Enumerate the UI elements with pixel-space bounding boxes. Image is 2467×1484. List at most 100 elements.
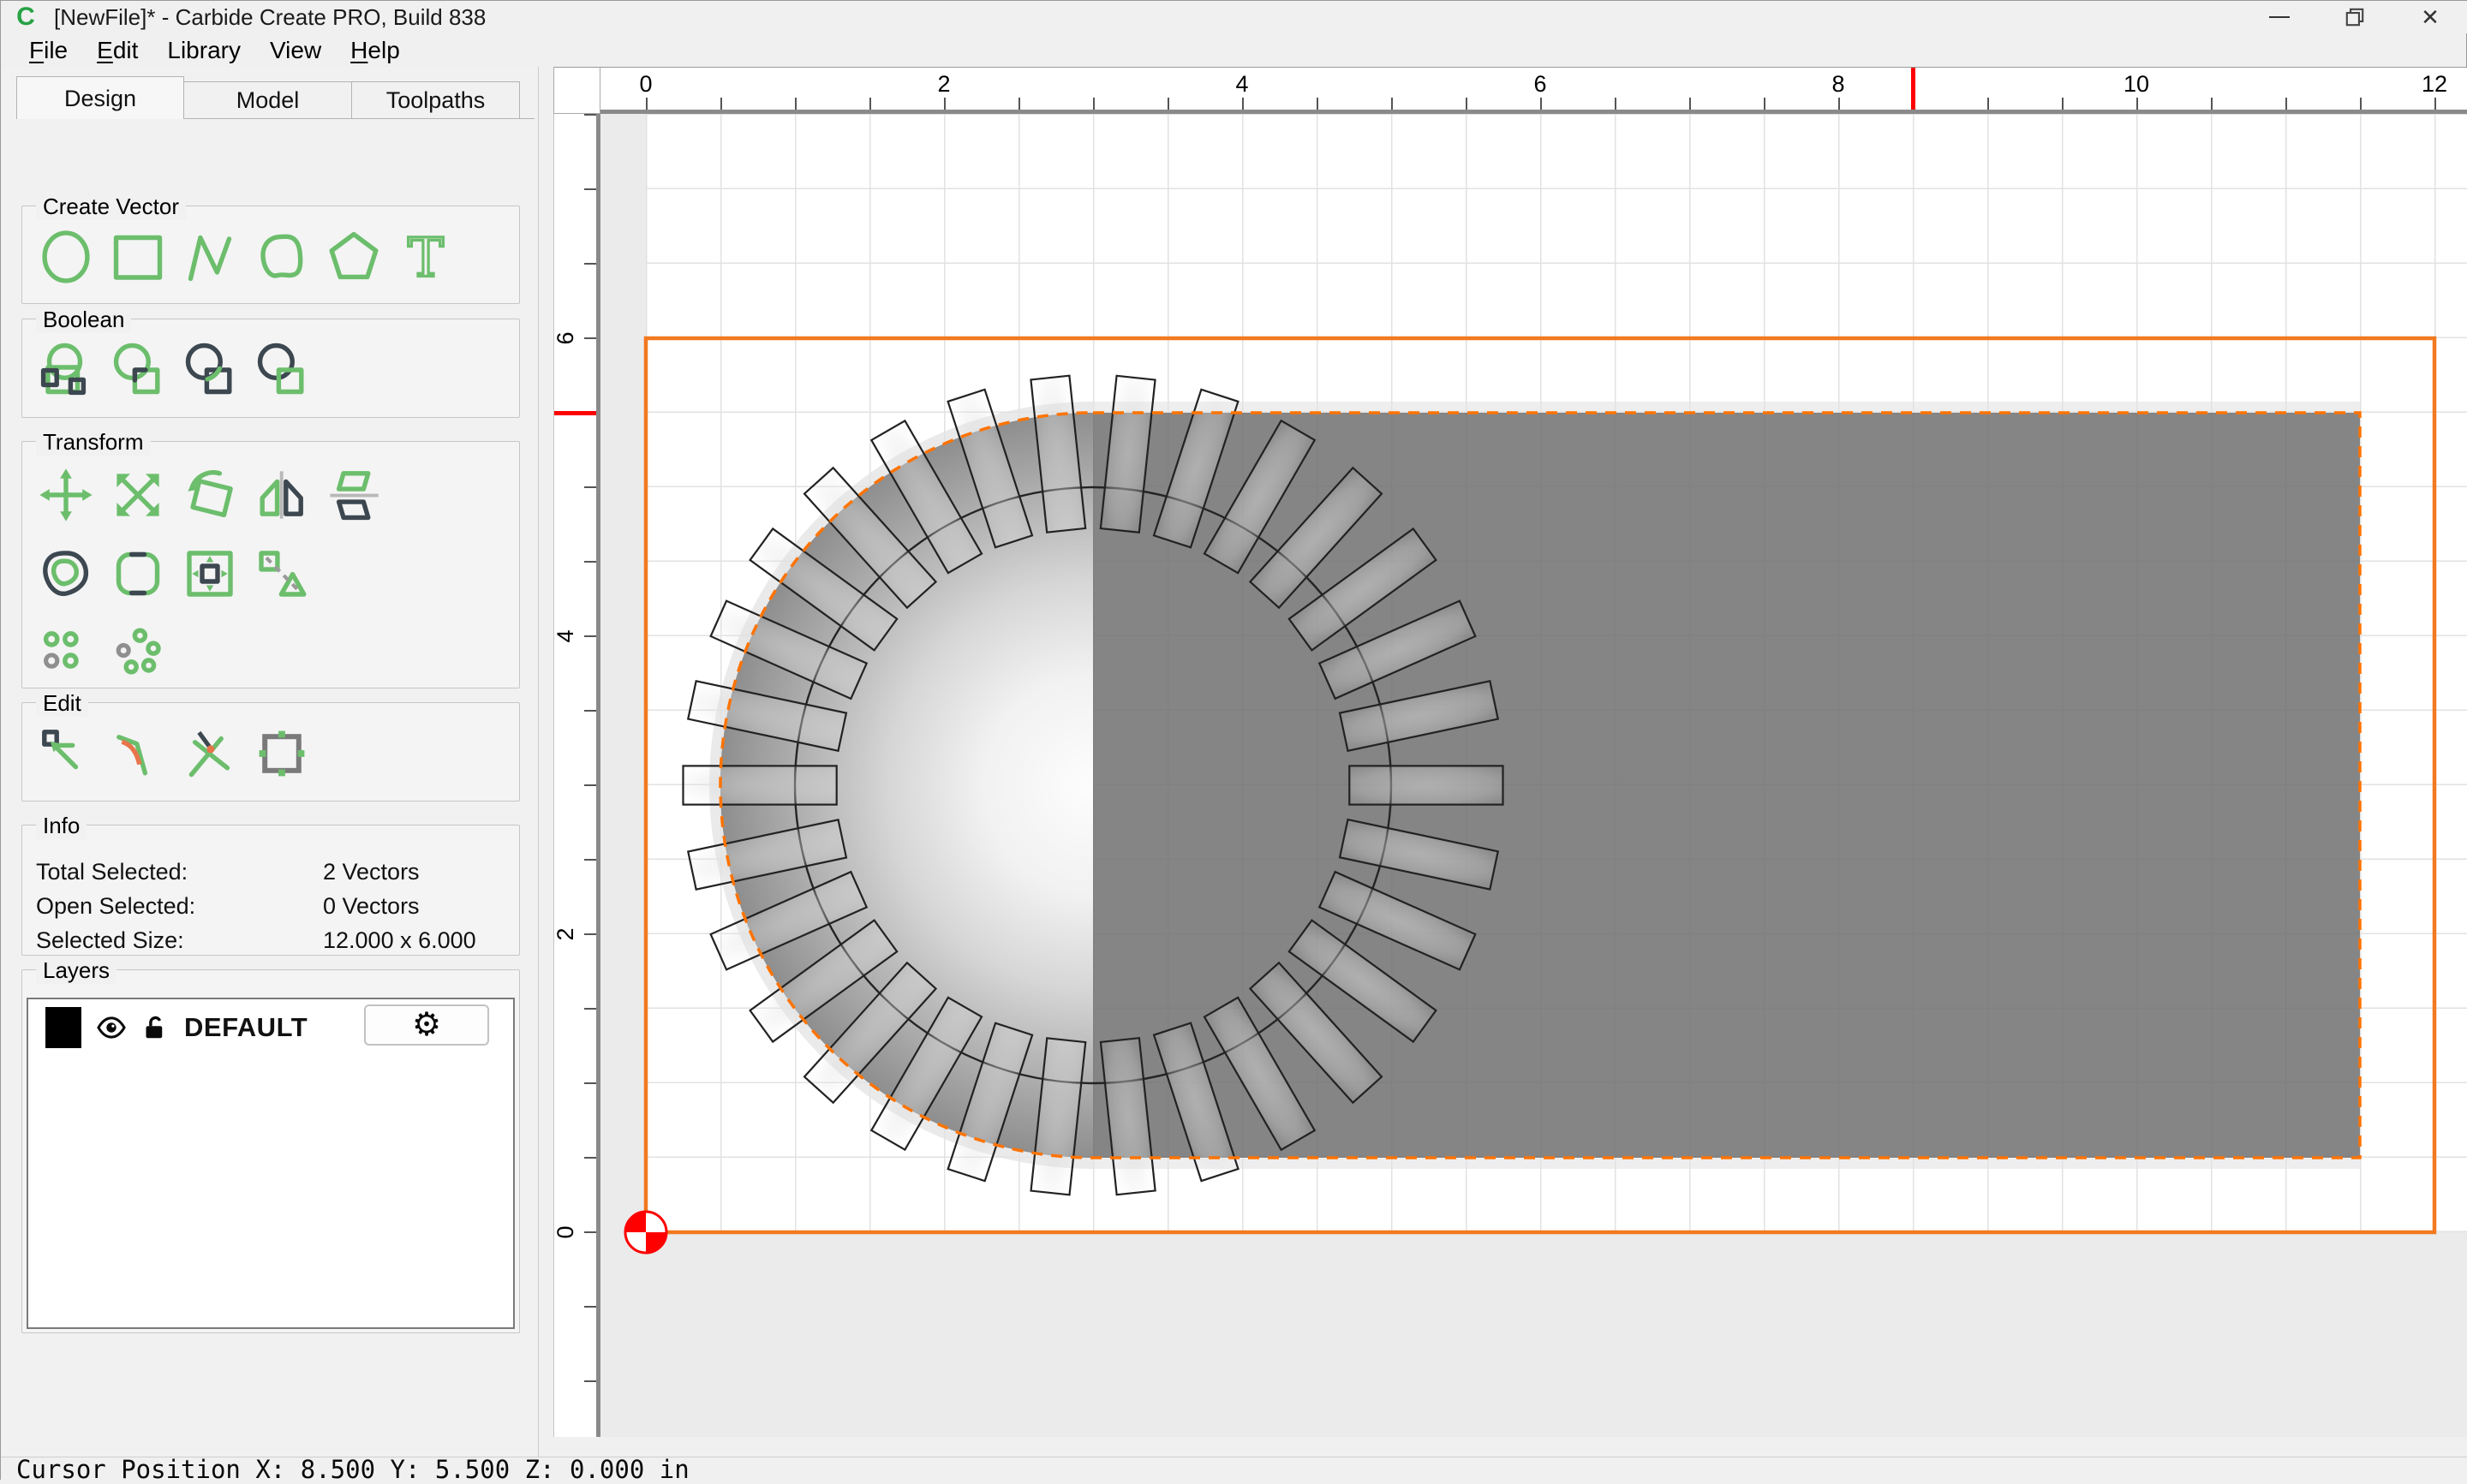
layer-unlocked-icon[interactable]	[140, 1011, 170, 1044]
ruler-tick	[2062, 98, 2064, 110]
info-row: Total Selected:2 Vectors	[36, 855, 519, 889]
horizontal-ruler: 024681012	[600, 67, 2467, 114]
rotate-button[interactable]	[178, 461, 242, 529]
boolean-intersect-button[interactable]	[178, 338, 242, 402]
ruler-number: 6	[553, 331, 579, 344]
minimize-button[interactable]	[2242, 1, 2317, 33]
mirror-icon	[251, 464, 313, 526]
ruler-number: 0	[639, 71, 652, 98]
offset-button[interactable]	[34, 539, 98, 608]
cursor-y-mark	[554, 411, 596, 415]
round-corners-button[interactable]	[106, 539, 170, 608]
layers-group: Layers DEFAULT ⚙	[21, 969, 520, 1333]
polygon-button[interactable]	[322, 225, 385, 289]
layer-settings-button[interactable]: ⚙	[364, 1004, 489, 1046]
boolean-subtract-button[interactable]	[106, 338, 170, 402]
info-row: Selected Size:12.000 x 6.000	[36, 923, 519, 957]
menubar: FileEditLibraryViewHelp	[1, 33, 2467, 67]
scale-icon	[107, 464, 169, 526]
create-vector-title: Create Vector	[36, 194, 186, 220]
ruler-tick	[584, 337, 596, 339]
mirror-button[interactable]	[250, 461, 314, 529]
close-button[interactable]: ✕	[2392, 1, 2467, 33]
layer-row[interactable]: DEFAULT ⚙	[28, 999, 513, 1056]
circle-icon	[35, 226, 97, 288]
linear-array-button[interactable]	[34, 618, 98, 687]
ruler-tick	[1317, 98, 1318, 110]
tab-model[interactable]: Model	[184, 81, 352, 118]
ruler-tick	[720, 98, 722, 110]
ruler-number: 6	[1533, 71, 1546, 98]
menu-help[interactable]: Help	[336, 37, 415, 64]
cursor-x-mark	[1911, 68, 1915, 110]
layer-visible-eye-icon[interactable]	[95, 1011, 128, 1044]
ruler-tick	[2136, 98, 2138, 110]
curve-icon	[251, 226, 313, 288]
boolean-union-icon	[35, 339, 97, 401]
ruler-tick	[584, 859, 596, 861]
edit-title: Edit	[36, 690, 88, 717]
circle-button[interactable]	[34, 225, 98, 289]
ruler-tick	[584, 635, 596, 637]
rectangle-button[interactable]	[106, 225, 170, 289]
boolean-xor-button[interactable]	[250, 338, 314, 402]
layer-color-swatch[interactable]	[45, 1007, 81, 1048]
ruler-tick	[584, 1082, 596, 1084]
inset-button[interactable]	[178, 539, 242, 608]
layers-list: DEFAULT ⚙	[27, 998, 515, 1329]
titlebar: C [NewFile]* - Carbide Create PRO, Build…	[1, 1, 2467, 33]
tab-design[interactable]: Design	[16, 76, 184, 119]
ruler-tick	[1838, 98, 1840, 110]
ruler-tick	[1987, 98, 1989, 110]
design-drawing	[600, 114, 2467, 1437]
menu-edit[interactable]: Edit	[82, 37, 152, 64]
ruler-corner	[553, 67, 600, 114]
ruler-tick	[584, 1231, 596, 1233]
ruler-tick	[584, 1008, 596, 1010]
restore-icon	[2340, 3, 2369, 32]
ruler-tick	[2434, 98, 2436, 110]
boolean-union-button[interactable]	[34, 338, 98, 402]
break-button[interactable]	[178, 722, 242, 785]
ruler-tick	[584, 1306, 596, 1308]
menu-view[interactable]: View	[255, 37, 336, 64]
ruler-tick	[1540, 98, 1542, 110]
trim-icon	[251, 543, 313, 605]
ruler-tick	[2285, 98, 2287, 110]
vertical-ruler: 6420	[553, 114, 600, 1437]
node-edit-button[interactable]	[34, 722, 98, 785]
ruler-tick	[584, 710, 596, 712]
boolean-group: Boolean	[21, 319, 520, 418]
ruler-number: 8	[1831, 71, 1844, 98]
app-window: C [NewFile]* - Carbide Create PRO, Build…	[0, 0, 2467, 1480]
info-row: Open Selected:0 Vectors	[36, 889, 519, 923]
ruler-tick	[1689, 98, 1691, 110]
transform-tools	[22, 442, 519, 687]
info-rows: Total Selected:2 VectorsOpen Selected:0 …	[22, 825, 519, 957]
polyline-button[interactable]	[178, 225, 242, 289]
design-canvas[interactable]	[600, 114, 2467, 1437]
menu-file[interactable]: File	[15, 37, 82, 64]
restore-button[interactable]	[2317, 1, 2392, 33]
ruler-tick	[584, 561, 596, 563]
ruler-tick	[944, 98, 946, 110]
fillet-button[interactable]	[106, 722, 170, 785]
tab-toolpaths[interactable]: Toolpaths	[352, 81, 520, 118]
flip-button[interactable]	[322, 461, 385, 529]
fillet-icon	[107, 723, 169, 784]
tab-bar: DesignModelToolpaths	[16, 76, 535, 119]
origin-marker[interactable]	[625, 1212, 666, 1253]
menu-library[interactable]: Library	[152, 37, 255, 64]
info-group: Info Total Selected:2 VectorsOpen Select…	[21, 825, 520, 956]
curve-button[interactable]	[250, 225, 314, 289]
scale-button[interactable]	[106, 461, 170, 529]
create-vector-group: Create Vector T	[21, 206, 520, 304]
polyline-icon	[179, 226, 241, 288]
text-button[interactable]: T	[394, 225, 457, 289]
circular-array-button[interactable]	[106, 618, 170, 687]
close-icon: ✕	[2421, 6, 2440, 28]
ruler-tick	[2211, 98, 2213, 110]
move-button[interactable]	[34, 461, 98, 529]
resize-button[interactable]	[250, 722, 314, 785]
trim-button[interactable]	[250, 539, 314, 608]
